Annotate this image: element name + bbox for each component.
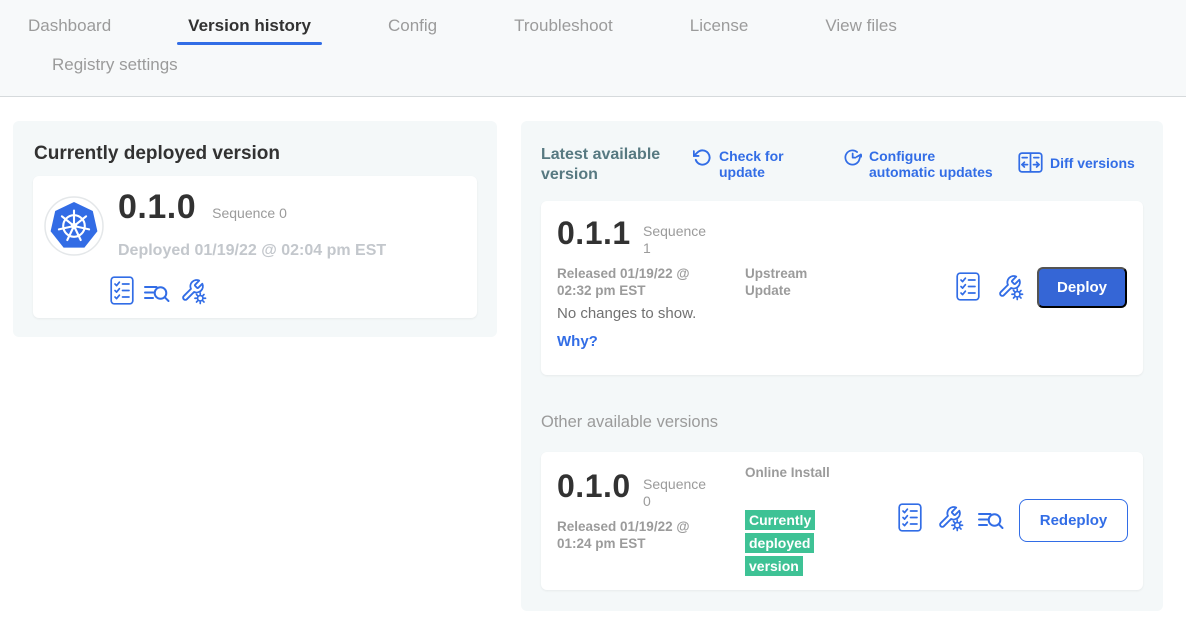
deployed-panel-title: Currently deployed version (34, 143, 280, 165)
schedule-update-icon (843, 148, 862, 180)
diff-versions-label: Diff versions (1050, 155, 1135, 171)
diff-icon (1018, 152, 1043, 173)
check-for-update-label: Check for update (719, 148, 803, 180)
tab-config[interactable]: Config (388, 16, 437, 36)
diff-versions-link[interactable]: Diff versions (1018, 152, 1135, 173)
check-for-update-link[interactable]: Check for update (693, 148, 803, 180)
other-source-label: Online Install (745, 464, 833, 481)
currently-deployed-panel: Currently deployed version 0. (13, 121, 497, 337)
tab-license[interactable]: License (690, 16, 749, 36)
deployed-timestamp: Deployed 01/19/22 @ 02:04 pm EST (118, 242, 386, 260)
edit-config-icon[interactable] (937, 505, 964, 532)
preflight-checks-icon[interactable] (898, 503, 922, 532)
other-version-card: 0.1.0 Sequence 0 Released 01/19/22 @ 01:… (541, 452, 1143, 590)
deployed-version-number: 0.1.0 (118, 188, 196, 227)
top-nav: Dashboard Version history Config Trouble… (0, 0, 1186, 97)
configure-automatic-updates-link[interactable]: Configure automatic updates (843, 148, 1003, 180)
other-version-number: 0.1.0 (557, 468, 631, 505)
tab-registry-settings[interactable]: Registry settings (52, 55, 178, 75)
other-version-actions (898, 503, 1005, 532)
available-versions-panel: Latest available version Check for updat… (521, 121, 1163, 611)
latest-version-title: Latest available version (541, 145, 681, 185)
other-sequence-label: Sequence 0 (643, 476, 715, 510)
tab-dashboard[interactable]: Dashboard (28, 16, 111, 36)
deploy-logs-icon[interactable] (143, 282, 171, 305)
latest-version-number: 0.1.1 (557, 215, 631, 252)
currently-deployed-badge-text: Currently deployed version (745, 510, 815, 576)
tab-version-history[interactable]: Version history (188, 16, 311, 36)
configure-automatic-updates-label: Configure automatic updates (869, 148, 1003, 180)
refresh-icon (693, 148, 712, 180)
deploy-logs-icon[interactable] (977, 509, 1005, 532)
preflight-checks-icon[interactable] (956, 272, 980, 301)
deployed-sequence-label: Sequence 0 (212, 205, 287, 221)
latest-changes-note: No changes to show. (557, 305, 696, 322)
currently-deployed-badge: Currently deployed version (745, 509, 825, 578)
primary-tab-row: Dashboard Version history Config Trouble… (0, 0, 1186, 36)
other-versions-title: Other available versions (541, 413, 718, 432)
tab-view-files[interactable]: View files (825, 16, 897, 36)
tab-troubleshoot[interactable]: Troubleshoot (514, 16, 613, 36)
deployed-version-card: 0.1.0 Sequence 0 Deployed 01/19/22 @ 02:… (33, 176, 477, 318)
deployed-version-actions (110, 276, 207, 305)
latest-released-timestamp: Released 01/19/22 @ 02:32 pm EST (557, 265, 707, 299)
deployed-version-row: 0.1.0 Sequence 0 (118, 188, 287, 227)
edit-config-icon[interactable] (997, 274, 1024, 301)
latest-sequence-label: Sequence 1 (643, 223, 715, 257)
kubernetes-logo-icon (44, 196, 104, 256)
other-released-timestamp: Released 01/19/22 @ 01:24 pm EST (557, 518, 707, 552)
latest-version-actions (956, 272, 1024, 301)
deploy-button[interactable]: Deploy (1037, 267, 1127, 308)
why-link[interactable]: Why? (557, 333, 598, 350)
latest-version-card: 0.1.1 Sequence 1 Released 01/19/22 @ 02:… (541, 201, 1143, 375)
latest-source-label: Upstream Update (745, 265, 833, 299)
preflight-checks-icon[interactable] (110, 276, 134, 305)
redeploy-button[interactable]: Redeploy (1019, 499, 1128, 542)
edit-config-icon[interactable] (180, 278, 207, 305)
